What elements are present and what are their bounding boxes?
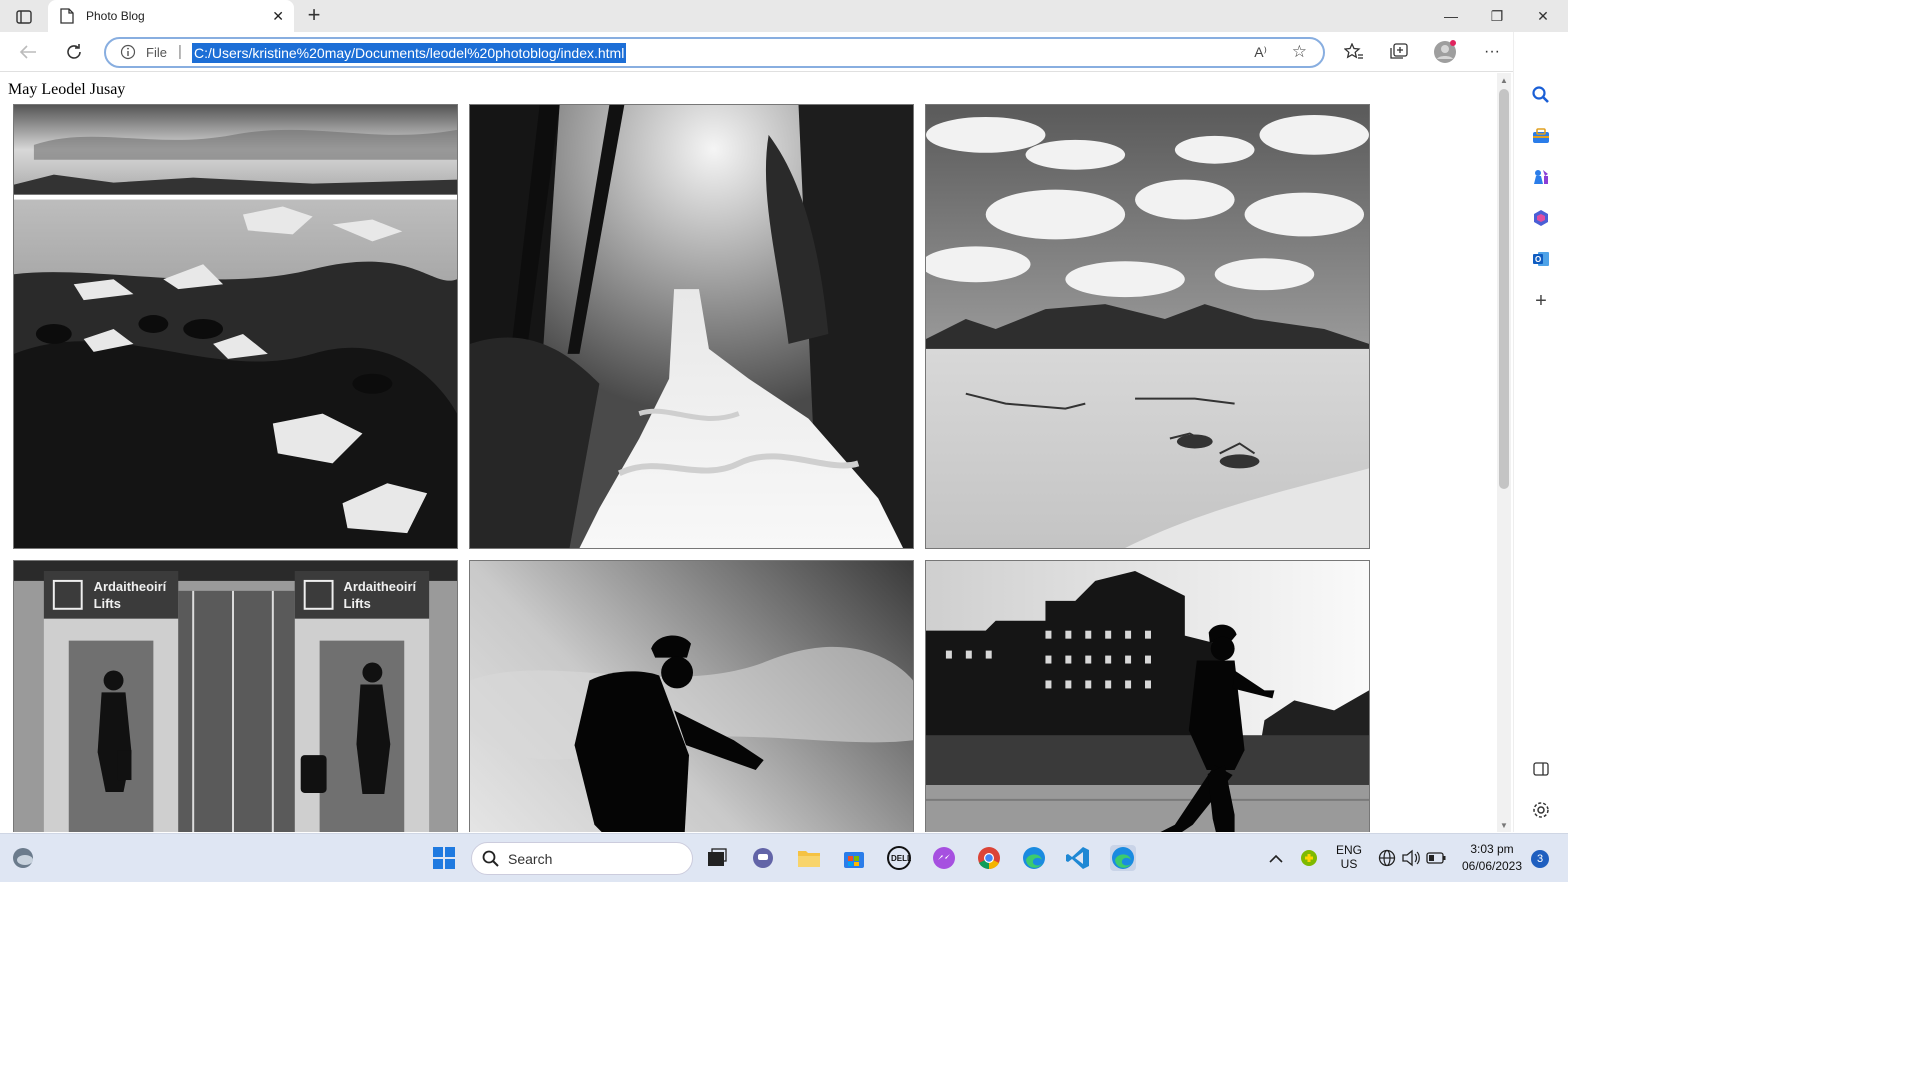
messenger-icon[interactable] (931, 845, 957, 871)
edge-icon[interactable] (1021, 845, 1047, 871)
photo-desert-dunes[interactable] (925, 104, 1370, 549)
task-view-icon[interactable] (704, 845, 730, 871)
info-icon[interactable] (120, 44, 136, 65)
search-icon (482, 850, 500, 873)
search-label: Search (508, 851, 553, 867)
hide-sidebar-icon[interactable] (1529, 757, 1553, 781)
lift-sign-text: Lifts (344, 596, 371, 611)
start-windows-icon[interactable] (431, 845, 457, 871)
minimize-button[interactable]: — (1436, 4, 1466, 28)
tab-strip: Photo Blog ✕ + — ❐ ✕ (0, 0, 1568, 32)
address-bar[interactable]: File | C:/Users/kristine%20may/Documents… (104, 37, 1325, 68)
language-indicator[interactable]: ENG US (1334, 843, 1364, 871)
scroll-up-icon[interactable]: ▲ (1500, 76, 1508, 85)
microsoft-365-icon[interactable] (1529, 206, 1553, 230)
svg-text:DELL: DELL (891, 854, 911, 863)
collections-icon[interactable] (1387, 40, 1411, 64)
favorites-icon[interactable] (1342, 40, 1366, 64)
new-tab-button[interactable]: + (302, 4, 326, 28)
page-icon (60, 8, 74, 29)
scrollbar-thumb[interactable] (1499, 89, 1509, 489)
scroll-down-icon[interactable]: ▼ (1500, 821, 1508, 830)
scheme-label: File (146, 45, 167, 60)
weather-widget-icon[interactable] (10, 845, 36, 871)
settings-gear-icon[interactable] (1529, 798, 1553, 822)
back-button[interactable] (16, 40, 40, 64)
author-name: May Leodel Jusay (8, 81, 126, 98)
outlook-icon[interactable]: O (1529, 247, 1553, 271)
games-icon[interactable] (1529, 165, 1553, 189)
svg-text:O: O (1535, 255, 1541, 264)
shopping-icon[interactable] (1529, 124, 1553, 148)
photo-glacier-lagoon[interactable] (13, 104, 458, 549)
dell-icon[interactable]: DELL (886, 845, 912, 871)
lift-sign-text: Ardaitheoirí (344, 579, 417, 594)
file-explorer-icon[interactable] (796, 845, 822, 871)
browser-tab[interactable]: Photo Blog ✕ (48, 0, 294, 32)
read-aloud-icon[interactable]: A⁾ (1254, 44, 1267, 61)
clock-time: 3:03 pm (1470, 842, 1514, 856)
show-hidden-icons-chevron-icon[interactable] (1263, 845, 1289, 871)
edge-sidebar: O + (1513, 32, 1568, 832)
refresh-button[interactable] (62, 40, 86, 64)
lift-sign-text: Ardaitheoirí (94, 579, 167, 594)
edge-active-icon[interactable] (1110, 845, 1136, 871)
notification-badge[interactable]: 3 (1531, 850, 1549, 868)
profile-avatar[interactable] (1433, 40, 1457, 64)
chrome-icon[interactable] (976, 845, 1002, 871)
photo-city-walker[interactable] (925, 560, 1370, 832)
taskbar-search[interactable]: Search (471, 842, 693, 875)
volume-icon[interactable] (1398, 845, 1424, 871)
more-options-icon[interactable]: ··· (1480, 40, 1504, 64)
photo-airport-lifts[interactable]: Ardaitheoirí Lifts Ardaitheoirí Lifts (13, 560, 458, 832)
tab-title: Photo Blog (86, 9, 145, 23)
network-globe-icon[interactable] (1374, 845, 1400, 871)
photo-cyclist-silhouette[interactable] (469, 560, 914, 832)
url-text[interactable]: C:/Users/kristine%20may/Documents/leodel… (192, 43, 627, 63)
restore-button[interactable]: ❐ (1482, 4, 1512, 28)
photo-forest-waterfall[interactable] (469, 104, 914, 549)
vscode-icon[interactable] (1065, 845, 1091, 871)
region-label: US (1340, 857, 1358, 871)
page-scrollbar[interactable]: ▲ ▼ (1497, 73, 1511, 832)
clock[interactable]: 3:03 pm 06/06/2023 (1454, 842, 1530, 873)
language-label: ENG (1335, 843, 1362, 857)
web-page: May Leodel Jusay Ardaitheoirí Lifts Arda… (0, 73, 1496, 832)
clock-date: 06/06/2023 (1461, 859, 1523, 873)
add-sidebar-app-icon[interactable]: + (1529, 289, 1553, 313)
windows-taskbar: Search DELL ENG US 3:03 pm 06/06/2023 3 (0, 833, 1568, 882)
favorite-star-icon[interactable]: ☆ (1292, 42, 1307, 62)
search-icon[interactable] (1529, 83, 1553, 107)
separator: | (178, 43, 182, 60)
close-window-button[interactable]: ✕ (1528, 4, 1558, 28)
lift-sign-text: Lifts (94, 596, 121, 611)
tab-actions-icon[interactable] (10, 6, 38, 28)
microsoft-store-icon[interactable] (841, 845, 867, 871)
chat-icon[interactable] (750, 845, 776, 871)
battery-icon[interactable] (1423, 845, 1449, 871)
navigation-bar: File | C:/Users/kristine%20may/Documents… (0, 32, 1568, 72)
tray-app-icon[interactable] (1296, 845, 1322, 871)
close-tab-icon[interactable]: ✕ (272, 8, 284, 25)
